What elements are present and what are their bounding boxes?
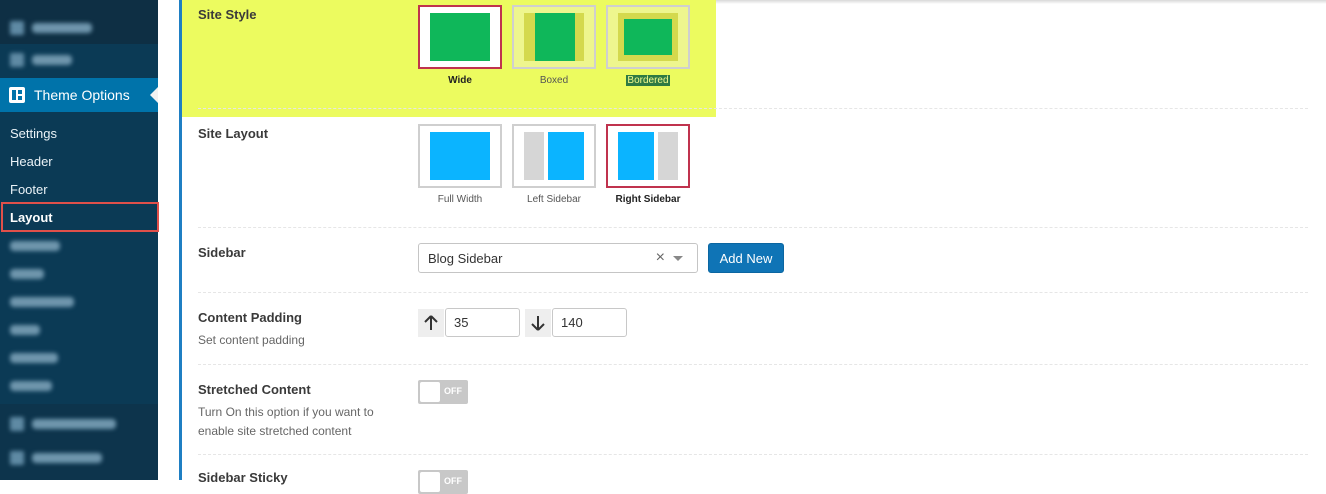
site-layout-caption-full-width: Full Width xyxy=(437,194,483,205)
sidebar-sticky-label: Sidebar Sticky xyxy=(198,470,288,485)
site-style-option-boxed[interactable] xyxy=(512,5,596,69)
site-layout-option-left-sidebar[interactable] xyxy=(512,124,596,188)
sidebar-item-blurred[interactable] xyxy=(0,444,158,472)
row-separator xyxy=(198,454,1308,455)
site-style-caption-bordered: Bordered xyxy=(626,75,670,86)
site-layout-option-right-sidebar[interactable] xyxy=(606,124,690,188)
submenu-item-blurred[interactable] xyxy=(0,288,158,316)
row-separator xyxy=(198,108,1308,109)
submenu-item-blurred[interactable] xyxy=(0,232,158,260)
submenu-item-settings[interactable]: Settings xyxy=(10,126,57,141)
layout-highlight-box xyxy=(1,202,159,232)
toggle-state: OFF xyxy=(444,476,462,486)
sidebar-item-blurred[interactable] xyxy=(0,46,158,74)
row-separator xyxy=(198,227,1308,228)
site-style-option-bordered[interactable] xyxy=(606,5,690,69)
stretched-content-label: Stretched Content xyxy=(198,382,311,397)
padding-top-input[interactable]: 35 xyxy=(445,308,520,337)
site-layout-caption-right-sidebar: Right Sidebar xyxy=(615,194,681,205)
toggle-knob xyxy=(420,472,440,492)
admin-sidebar: Theme Options Settings Header Footer Lay… xyxy=(0,0,159,480)
sidebar-field-label: Sidebar xyxy=(198,245,246,260)
row-separator xyxy=(198,292,1308,293)
site-style-option-wide[interactable] xyxy=(418,5,502,69)
content-padding-description: Set content padding xyxy=(198,333,305,347)
chevron-down-icon[interactable] xyxy=(673,256,683,261)
sidebar-item-blurred[interactable] xyxy=(0,14,158,42)
sidebar-item-label: Theme Options xyxy=(34,87,130,103)
sidebar-select[interactable]: Blog Sidebar × xyxy=(418,243,698,273)
arrow-up-icon xyxy=(418,309,444,337)
submenu-item-blurred[interactable] xyxy=(0,260,158,288)
clear-icon[interactable]: × xyxy=(656,249,665,267)
boxed-preview-icon xyxy=(535,13,575,61)
toggle-state: OFF xyxy=(444,386,462,396)
site-style-caption-boxed: Boxed xyxy=(539,75,569,86)
right-sidebar-preview-bar xyxy=(658,132,678,180)
content-padding-label: Content Padding xyxy=(198,310,302,325)
row-separator xyxy=(198,364,1308,365)
theme-options-icon xyxy=(9,87,25,103)
site-layout-option-full-width[interactable] xyxy=(418,124,502,188)
arrow-down-icon xyxy=(525,309,551,337)
wide-preview-icon xyxy=(430,13,490,61)
sidebar-select-value: Blog Sidebar xyxy=(428,250,503,266)
sidebar-item-theme-options[interactable]: Theme Options xyxy=(0,78,158,112)
stretched-content-toggle[interactable]: OFF xyxy=(418,380,468,404)
submenu-item-blurred[interactable] xyxy=(0,344,158,372)
submenu-item-header[interactable]: Header xyxy=(10,154,53,169)
right-sidebar-preview-icon xyxy=(618,132,654,180)
left-sidebar-preview-icon xyxy=(548,132,584,180)
submenu-item-blurred[interactable] xyxy=(0,316,158,344)
site-layout-label: Site Layout xyxy=(198,126,269,141)
sidebar-sticky-toggle[interactable]: OFF xyxy=(418,470,468,494)
submenu-item-blurred[interactable] xyxy=(0,372,158,400)
left-sidebar-preview-bar xyxy=(524,132,544,180)
site-layout-caption-left-sidebar: Left Sidebar xyxy=(527,194,581,205)
bordered-preview-icon xyxy=(624,19,672,55)
add-new-button[interactable]: Add New xyxy=(708,243,784,273)
current-menu-arrow-icon xyxy=(150,87,158,103)
sidebar-item-blurred[interactable] xyxy=(0,410,158,438)
submenu-item-footer[interactable]: Footer xyxy=(10,182,48,197)
full-width-preview-icon xyxy=(430,132,490,180)
site-style-label: Site Style xyxy=(198,7,257,22)
padding-bottom-input[interactable]: 140 xyxy=(552,308,627,337)
toggle-knob xyxy=(420,382,440,402)
stretched-content-description: Turn On this option if you want to enabl… xyxy=(198,405,374,438)
site-style-caption-wide: Wide xyxy=(448,75,472,86)
